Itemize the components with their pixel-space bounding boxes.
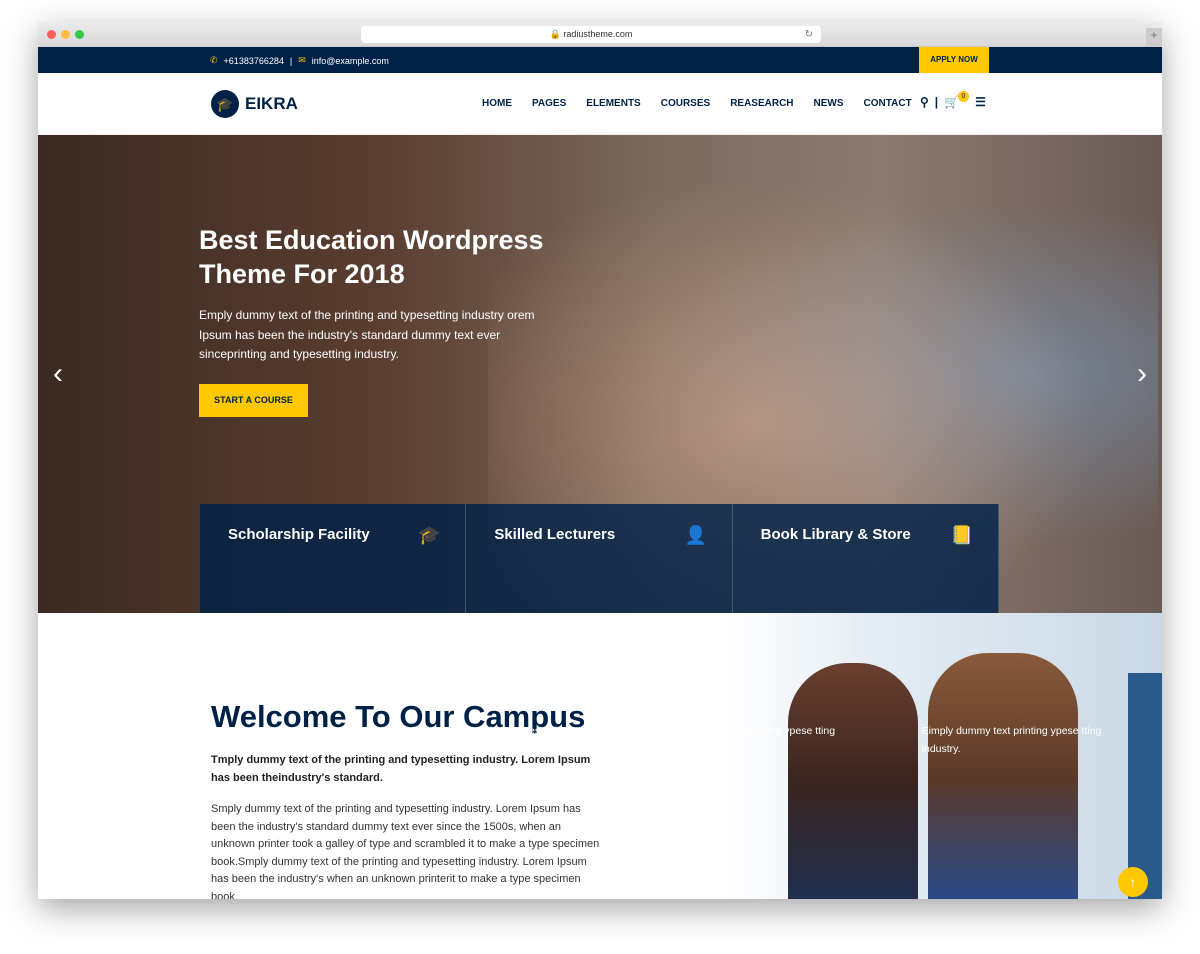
- url-text: radiustheme.com: [563, 29, 633, 39]
- feature-lecturers[interactable]: Skilled Lecturers Eimply dummy text print…: [466, 504, 835, 755]
- graduation-cap-icon: 🎓: [418, 525, 441, 545]
- prev-slide-arrow-icon[interactable]: ‹: [53, 357, 63, 391]
- nav-pages[interactable]: PAGES: [532, 98, 566, 109]
- phone-icon: ✆: [210, 55, 218, 65]
- welcome-body: Smply dummy text of the printing and typ…: [211, 803, 600, 899]
- lock-icon: 🔒: [549, 29, 561, 39]
- main-nav: 🎓 EIKRA HOME PAGES ELEMENTS COURSES REASE…: [38, 73, 1162, 135]
- nav-research[interactable]: REASEARCH: [730, 98, 793, 109]
- logo-text: EIKRA: [245, 94, 298, 113]
- scroll-to-top-button[interactable]: ↑: [1118, 867, 1148, 897]
- divider: |: [289, 55, 293, 66]
- maximize-window-button[interactable]: [75, 30, 84, 39]
- nav-elements[interactable]: ELEMENTS: [586, 98, 640, 109]
- minimize-window-button[interactable]: [61, 30, 70, 39]
- divider: |: [934, 95, 939, 109]
- browser-window: 🔒 radiustheme.com ↻ + ✆ +61383766284 | ✉ in…: [38, 22, 1162, 899]
- feature-title: Book Library & Store: [760, 526, 911, 543]
- start-course-button[interactable]: START A COURSE: [199, 384, 308, 417]
- reload-icon[interactable]: ↻: [805, 26, 813, 43]
- cart-icon[interactable]: 🛒: [944, 95, 959, 109]
- logo[interactable]: 🎓 EIKRA: [211, 90, 298, 118]
- feature-text: Eimply dummy text printing ypese tting i…: [389, 725, 569, 755]
- nav-home[interactable]: HOME: [482, 98, 512, 109]
- hero-title: Best Education Wordpress Theme For 2018: [199, 225, 544, 289]
- search-icon[interactable]: ⚲: [920, 95, 929, 109]
- feature-text: Eimply dummy text printing ypese tting i…: [655, 725, 836, 755]
- feature-text: Eimply dummy text printing ypese tting i…: [921, 725, 1102, 755]
- hero-text: Emply dummy text of the printing and typ…: [199, 308, 535, 361]
- user-icon: 👤: [684, 525, 707, 545]
- nav-courses[interactable]: COURSES: [661, 98, 710, 109]
- feature-title: Skilled Lecturers: [494, 526, 616, 543]
- nav-contact[interactable]: CONTACT: [864, 98, 912, 109]
- nav-news[interactable]: NEWS: [814, 98, 844, 109]
- address-bar[interactable]: 🔒 radiustheme.com ↻: [361, 26, 821, 43]
- book-icon: 📒: [950, 525, 974, 545]
- hero-slider: Best Education Wordpress Theme For 2018 …: [38, 135, 1162, 755]
- close-window-button[interactable]: [47, 30, 56, 39]
- phone-number[interactable]: +61383766284: [224, 56, 284, 66]
- next-slide-arrow-icon[interactable]: ›: [1137, 357, 1147, 391]
- feature-boxes: Scholarship Facility Eimply dummy text pr…: [200, 504, 1101, 755]
- apply-now-button[interactable]: APPLY NOW: [919, 47, 989, 73]
- menu-icon[interactable]: ☰: [975, 95, 986, 109]
- feature-scholarship[interactable]: Scholarship Facility Eimply dummy text pr…: [200, 504, 569, 755]
- feature-title: Scholarship Facility: [228, 526, 370, 543]
- cart-count-badge: 0: [958, 91, 969, 102]
- logo-cap-icon: 🎓: [211, 90, 239, 118]
- envelope-icon: ✉: [298, 55, 306, 65]
- new-tab-button[interactable]: +: [1146, 28, 1162, 47]
- email-link[interactable]: info@example.com: [312, 56, 389, 66]
- feature-library[interactable]: Book Library & Store Eimply dummy text pr…: [732, 504, 1101, 755]
- browser-chrome: 🔒 radiustheme.com ↻ +: [38, 22, 1162, 47]
- top-bar: ✆ +61383766284 | ✉ info@example.com APPLY …: [38, 47, 1162, 73]
